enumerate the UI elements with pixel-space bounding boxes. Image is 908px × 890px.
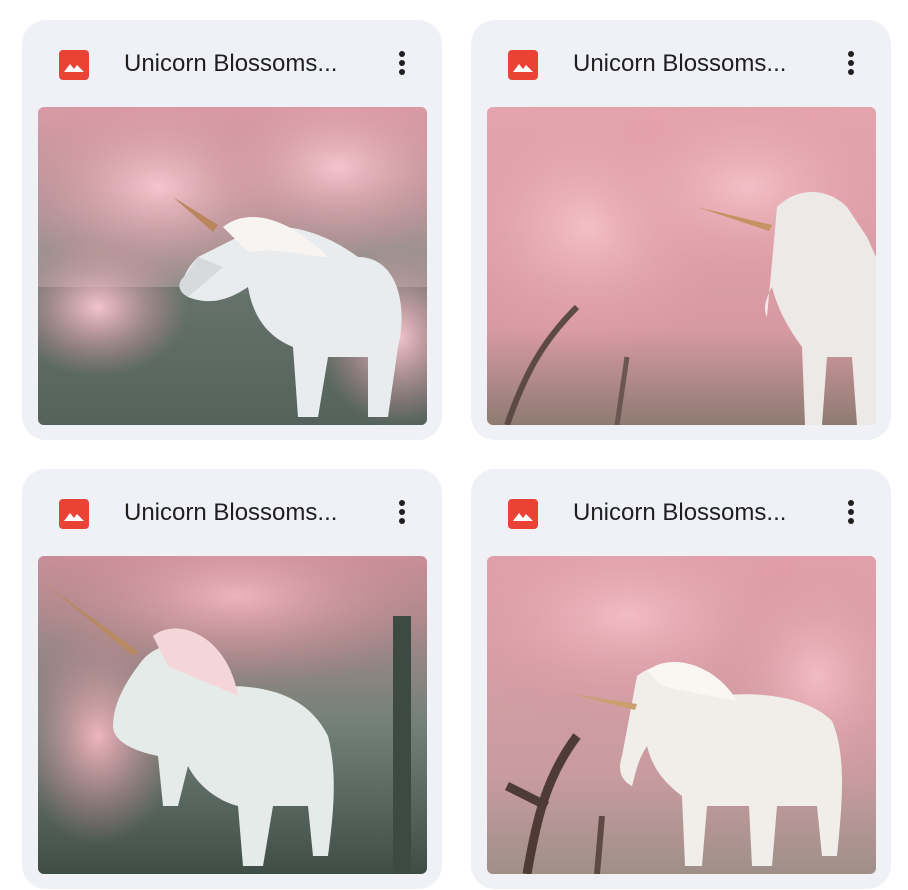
file-title[interactable]: Unicorn Blossoms... [573, 46, 813, 82]
image-file-icon [59, 50, 89, 80]
file-card-header: Unicorn Blossoms... [471, 469, 891, 556]
file-title[interactable]: Unicorn Blossoms... [124, 46, 364, 82]
file-title[interactable]: Unicorn Blossoms... [573, 495, 813, 531]
image-thumbnail[interactable] [487, 107, 876, 425]
more-vert-icon-dot [848, 518, 854, 524]
more-vert-icon [399, 51, 405, 57]
more-vert-icon [848, 500, 854, 506]
more-vert-icon-dot [848, 509, 854, 515]
file-grid: Unicorn Blossoms... Unicorn Blossoms... … [0, 0, 908, 890]
more-options-button[interactable] [382, 43, 422, 83]
more-vert-icon-dot [399, 509, 405, 515]
file-card[interactable]: Unicorn Blossoms... [22, 20, 442, 440]
more-options-button[interactable] [831, 492, 871, 532]
file-card-header: Unicorn Blossoms... [471, 20, 891, 107]
image-file-icon [508, 50, 538, 80]
image-thumbnail[interactable] [38, 107, 427, 425]
more-vert-icon-dot [848, 69, 854, 75]
file-card-header: Unicorn Blossoms... [22, 469, 442, 556]
image-file-icon [508, 499, 538, 529]
image-file-icon [59, 499, 89, 529]
more-vert-icon-dot [399, 69, 405, 75]
more-vert-icon-dot [399, 518, 405, 524]
more-vert-icon [399, 500, 405, 506]
more-vert-icon [848, 51, 854, 57]
more-options-button[interactable] [382, 492, 422, 532]
image-thumbnail[interactable] [38, 556, 427, 874]
file-card[interactable]: Unicorn Blossoms... [22, 469, 442, 889]
file-card[interactable]: Unicorn Blossoms... [471, 20, 891, 440]
file-card[interactable]: Unicorn Blossoms... [471, 469, 891, 889]
image-thumbnail[interactable] [487, 556, 876, 874]
file-title[interactable]: Unicorn Blossoms... [124, 495, 364, 531]
file-card-header: Unicorn Blossoms... [22, 20, 442, 107]
more-options-button[interactable] [831, 43, 871, 83]
more-vert-icon-dot [848, 60, 854, 66]
more-vert-icon-dot [399, 60, 405, 66]
